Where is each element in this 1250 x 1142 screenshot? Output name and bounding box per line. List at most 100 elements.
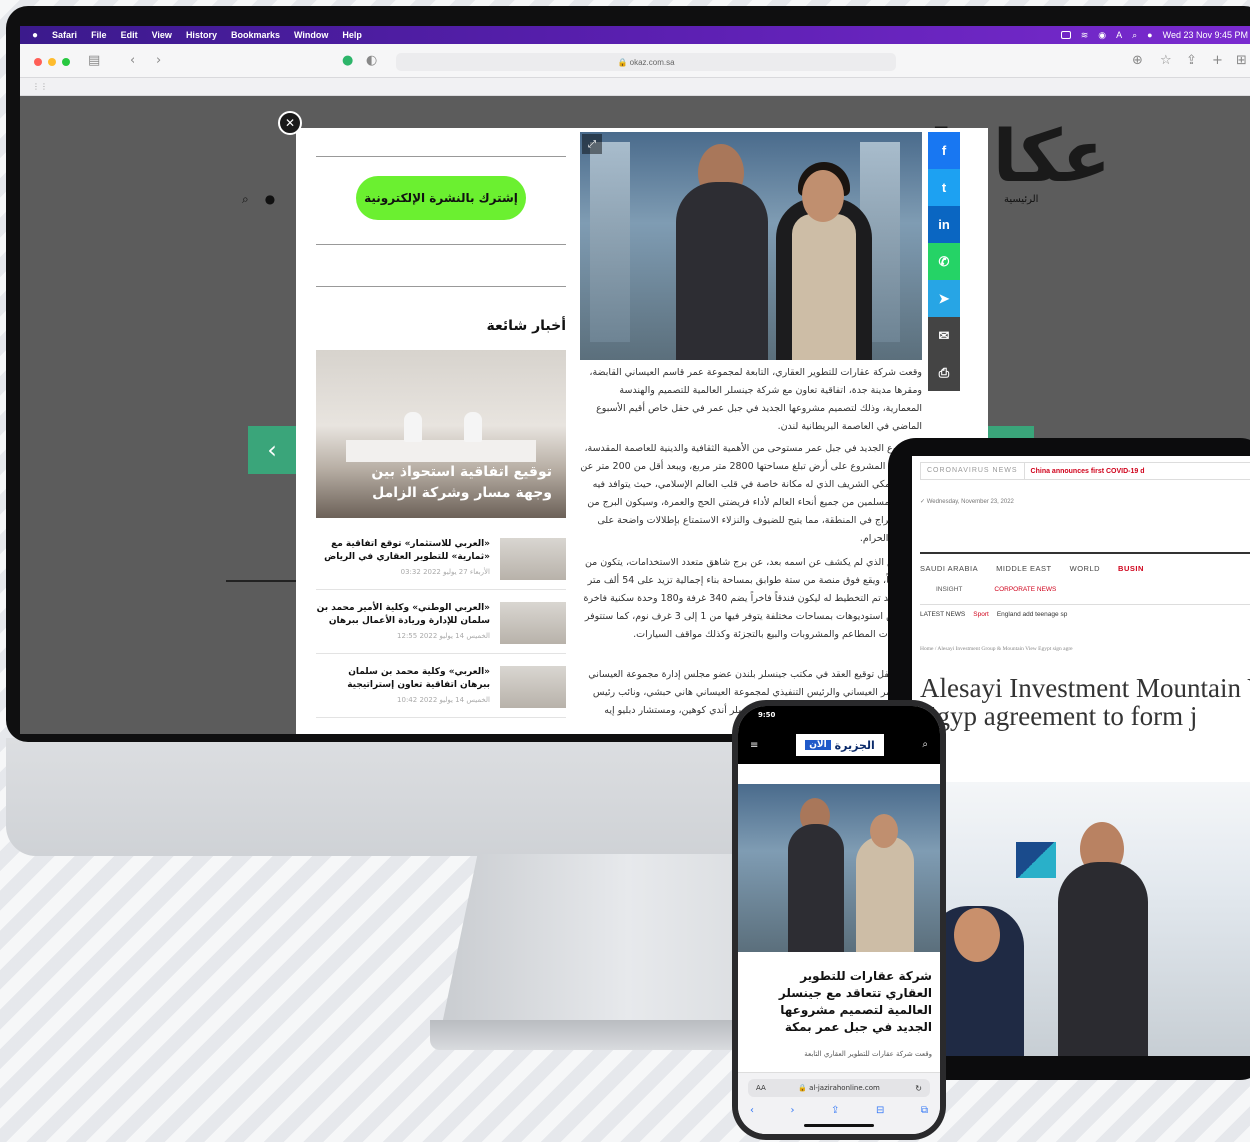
article-headline: Alesayi Investment Mountain View Egyp ag… [920,673,1250,731]
menu-safari[interactable]: Safari [52,30,77,40]
nav-home-link[interactable]: الرئيسية [1004,194,1038,205]
user-icon[interactable]: ● [265,192,275,207]
back-icon[interactable]: ‹ [750,1105,754,1116]
tabs-icon[interactable]: ⧉ [921,1105,928,1116]
image-person [870,814,898,848]
search-icon[interactable]: ⌕ [922,739,928,750]
print-icon[interactable]: ⎙ [928,354,960,391]
facebook-icon[interactable]: f [928,132,960,169]
siri-icon[interactable]: ● [1147,30,1152,40]
latest-text[interactable]: England add teenage sp [997,611,1067,618]
news-ticker[interactable]: CORONAVIRUS NEWS China announces first C… [920,462,1250,480]
forward-icon[interactable]: › [156,53,161,68]
hero-image-person [676,182,768,360]
linkedin-icon[interactable]: in [928,206,960,243]
apple-icon[interactable]: ● [32,30,38,41]
spotlight-icon[interactable]: ⌕ [1132,30,1137,41]
site-logo[interactable]: الجزيرة الآن [796,734,884,756]
close-modal-button[interactable]: ✕ [278,111,302,135]
sub-nav-item[interactable]: INSIGHT [936,586,962,593]
hamburger-menu-icon[interactable]: ≡ [750,740,758,751]
share-icon[interactable]: ⇪ [1186,53,1197,68]
reader-aa-button[interactable]: AA [756,1084,766,1092]
share-icon[interactable]: ⇪ [831,1105,839,1116]
minimize-window-button[interactable] [48,58,56,66]
close-icon: ✕ [284,116,296,130]
close-window-button[interactable] [34,58,42,66]
news-date: الأربعاء 27 يوليو 2022 03:32 [400,568,490,576]
latest-label: LATEST NEWS [920,611,966,618]
wifi-icon[interactable]: ≋ [1081,30,1089,41]
breadcrumb[interactable]: Home / Alesayi Investment Group & Mounta… [920,646,1073,652]
nav-item[interactable]: MIDDLE EAST [996,564,1052,573]
menu-help[interactable]: Help [342,30,362,40]
lock-icon: 🔒 [617,57,630,67]
telegram-icon[interactable]: ➤ [928,280,960,317]
menu-file[interactable]: File [91,30,107,40]
nav-item[interactable]: SAUDI ARABIA [920,564,978,573]
menu-view[interactable]: View [152,30,172,40]
mac-menubar: ● Safari File Edit View History Bookmark… [20,26,1250,44]
menu-history[interactable]: History [186,30,217,40]
forward-icon[interactable]: › [791,1105,795,1116]
tab-overview-icon[interactable]: ⊞ [1236,53,1247,68]
list-item[interactable]: «العربي» وكلية محمد بن سلمان ببرهان اتفا… [316,660,566,718]
newsletter-subscribe-button[interactable]: إشترك بالنشرة الإلكترونية [356,176,526,220]
featured-image-person [404,412,422,442]
twitter-icon[interactable]: t [928,169,960,206]
chevron-left-icon: ‹ [267,436,277,464]
article-excerpt: وقعت شركة عقارات للتطوير العقاري التابعة [804,1050,932,1058]
bookmarks-icon[interactable]: ⊟ [876,1105,884,1116]
menu-bookmarks[interactable]: Bookmarks [231,30,280,40]
divider [226,580,306,582]
article-title[interactable]: شركة عقارات للتطوير العقاري تتعاقد مع جي… [750,968,932,1036]
zoom-window-button[interactable] [62,58,70,66]
new-tab-icon[interactable]: + [1212,53,1223,68]
shield-icon[interactable]: ◐ [366,53,377,68]
sidebar-icon[interactable]: ▤ [88,53,100,68]
list-item[interactable]: «العربي الوطني» وكلية الأمير محمد بن سلم… [316,596,566,654]
input-source-icon[interactable]: A [1116,30,1122,40]
article-image[interactable] [920,782,1250,1056]
hero-image-person [792,214,856,360]
reload-icon[interactable]: ↻ [915,1084,922,1093]
article-hero-image[interactable]: ⤢ [580,132,922,360]
battery-icon[interactable] [1060,31,1071,39]
slider-prev-button[interactable]: ‹ [248,426,296,474]
chevron-down-icon[interactable]: ✓ [920,499,927,505]
lock-icon: 🔒 [798,1084,810,1092]
search-icon[interactable]: ⌕ [242,192,249,207]
url-bar[interactable]: 🔒 okaz.com.sa [396,53,896,71]
image-person [788,824,844,952]
whatsapp-icon[interactable]: ✆ [928,243,960,280]
menu-window[interactable]: Window [294,30,328,40]
list-item[interactable]: «العربي للاستثمار» توقع اتفاقية مع «ثمار… [316,532,566,590]
favorites-bar: ⋮⋮ [20,78,1250,96]
featured-news-card[interactable]: توقيع اتفاقية استحواذ بين وجهة مسار وشرك… [316,350,566,518]
favorites-grid-icon[interactable]: ⋮⋮ [32,82,48,91]
article-paragraph: المشروع الجديد في جبل عمر مستوحى من الأه… [580,443,922,544]
nav-item[interactable]: WORLD [1070,564,1100,573]
hero-image-person [802,170,844,222]
nav-item-active[interactable]: BUSIN [1118,564,1144,573]
header-icons: ⌕ ● [242,192,275,207]
back-icon[interactable]: ‹ [130,53,135,68]
url-bar[interactable]: AA 🔒 al-jazirahonline.com ↻ [748,1079,930,1097]
news-thumbnail [500,538,566,580]
download-icon[interactable]: ⊕ [1132,53,1143,68]
logo-badge: الآن [805,740,831,750]
article-image[interactable] [738,784,940,952]
image-person [856,836,914,952]
bookmark-star-icon[interactable]: ☆ [1160,53,1172,68]
url-text: al-jazirahonline.com [809,1084,880,1092]
email-icon[interactable]: ✉ [928,317,960,354]
latest-category[interactable]: Sport [973,611,989,618]
phone-screen: 9:50 ≡ الجزيرة الآن ⌕ شركة عقارات للتطوي… [738,706,940,1134]
date-text: Wednesday, November 23, 2022 [926,499,1014,505]
sub-nav-item[interactable]: CORPORATE NEWS [994,586,1056,593]
control-center-icon[interactable]: ◉ [1098,30,1106,41]
menu-edit[interactable]: Edit [121,30,138,40]
grammarly-icon[interactable]: ● [342,53,353,68]
clock[interactable]: Wed 23 Nov 9:45 PM [1163,30,1248,40]
expand-icon[interactable]: ⤢ [582,134,602,154]
